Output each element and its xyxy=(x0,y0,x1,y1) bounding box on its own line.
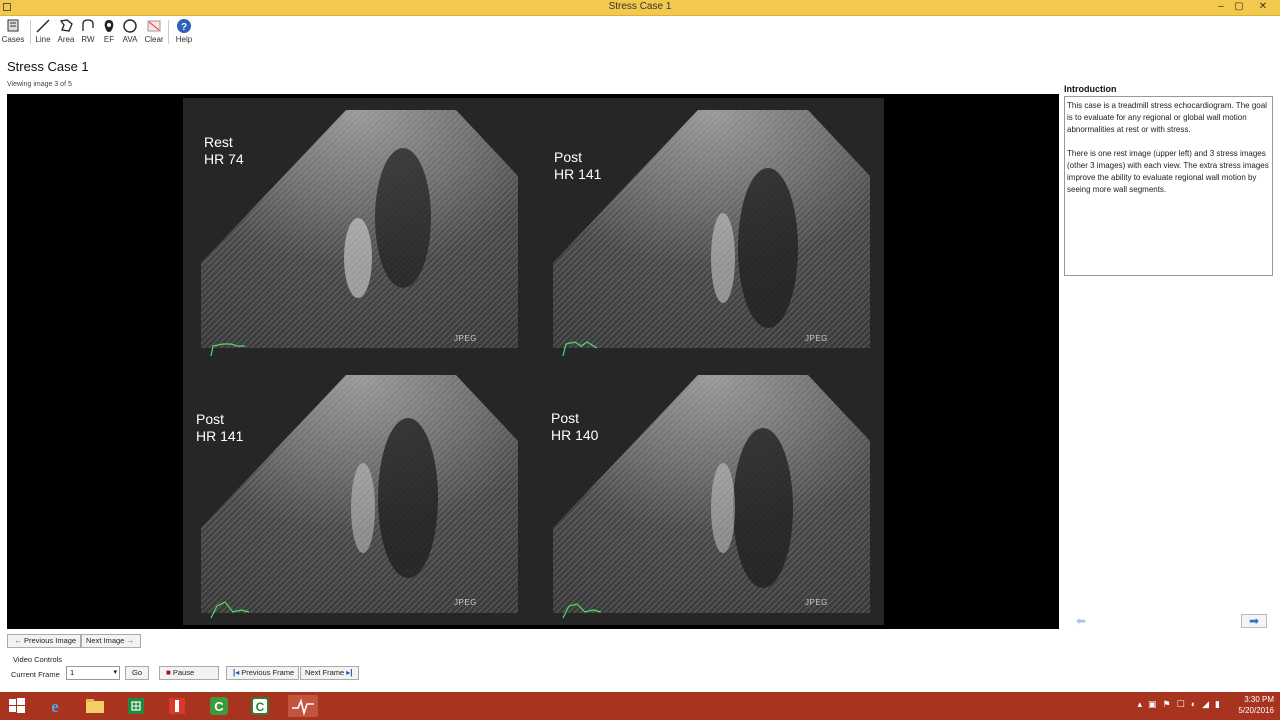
image-viewer[interactable]: Rest HR 74 Post HR 141 Post HR 141 Post … xyxy=(7,94,1059,629)
jpeg-watermark: JPEG xyxy=(805,334,828,343)
next-frame-label: Next Frame xyxy=(305,668,345,677)
jpeg-watermark: JPEG xyxy=(805,598,828,607)
camtasia-app-icon[interactable]: C xyxy=(208,695,230,717)
toolbar: Cases Line Area RW EF AVA Clear ? Help xyxy=(0,16,1280,48)
current-frame-label: Current Frame xyxy=(11,670,60,679)
close-button[interactable]: ✕ xyxy=(1254,0,1272,15)
pause-button[interactable]: ■ Pause xyxy=(159,666,219,680)
spreadsheet-app-icon[interactable] xyxy=(125,695,147,717)
jpeg-watermark: JPEG xyxy=(454,334,477,343)
intro-paragraph: This case is a treadmill stress echocard… xyxy=(1067,101,1267,134)
previous-arrow-button[interactable]: ⬅ xyxy=(1068,614,1094,628)
file-explorer-icon[interactable] xyxy=(84,695,106,717)
cases-button[interactable]: Cases xyxy=(0,18,26,48)
chevron-down-icon: ▾ xyxy=(113,669,117,676)
previous-frame-button[interactable]: |◂ Previous Frame xyxy=(226,666,300,680)
quadrant-label-post-1: Post HR 141 xyxy=(554,149,602,182)
echo-sector-rest xyxy=(201,110,518,348)
pause-icon: ■ xyxy=(166,668,171,677)
line-icon xyxy=(36,19,50,33)
go-label: Go xyxy=(132,668,143,677)
maximize-button[interactable]: ▢ xyxy=(1230,0,1248,15)
help-icon: ? xyxy=(177,19,191,33)
echo-sector-post-3 xyxy=(553,375,870,613)
previous-frame-label: Previous Frame xyxy=(241,668,295,677)
page-title: Stress Case 1 xyxy=(7,59,89,74)
ava-tool-button[interactable]: AVA xyxy=(117,18,143,48)
clear-label: Clear xyxy=(144,35,164,44)
svg-text:C: C xyxy=(214,699,224,714)
ava-label: AVA xyxy=(122,35,138,44)
svg-text:C: C xyxy=(256,700,265,714)
office-app-icon[interactable] xyxy=(166,695,188,717)
intro-title: Introduction xyxy=(1064,84,1117,94)
quadrant-label-post-2: Post HR 141 xyxy=(196,411,244,444)
jpeg-watermark: JPEG xyxy=(454,598,477,607)
internet-explorer-icon[interactable]: e xyxy=(44,695,66,717)
previous-frame-icon: |◂ xyxy=(233,668,240,677)
svg-text:?: ? xyxy=(181,22,187,33)
current-frame-select[interactable]: 1 ▾ xyxy=(66,666,120,680)
toolbar-divider xyxy=(168,20,169,44)
help-button[interactable]: ? Help xyxy=(171,18,197,48)
echo-sector-post-1 xyxy=(553,110,870,348)
go-button[interactable]: Go xyxy=(125,666,150,680)
clear-button[interactable]: Clear xyxy=(141,18,167,48)
rw-icon xyxy=(82,19,94,31)
taskbar: e C C ▴▣⚑☐◐◢▮ 3:30 PM 5/20/2016 xyxy=(0,692,1280,720)
pause-label: Pause xyxy=(172,668,195,677)
intro-paragraph: There is one rest image (upper left) and… xyxy=(1067,149,1269,194)
previous-image-button[interactable]: ← Previous Image xyxy=(7,634,82,648)
quadrant-label-post-3: Post HR 140 xyxy=(551,410,599,443)
quadrant-label-rest: Rest HR 74 xyxy=(204,134,244,167)
previous-image-label: Previous Image xyxy=(24,636,77,645)
current-frame-value: 1 xyxy=(70,668,75,677)
next-image-label: Next Image xyxy=(86,636,125,645)
help-label: Help xyxy=(175,35,193,44)
title-bar: Stress Case 1 – ▢ ✕ xyxy=(0,0,1280,16)
echo-sectors xyxy=(201,110,870,619)
next-arrow-button[interactable]: ➡ xyxy=(1241,614,1267,628)
cases-icon xyxy=(7,19,19,32)
cases-label: Cases xyxy=(1,35,25,44)
video-controls-label: Video Controls xyxy=(13,655,63,664)
system-tray-icons[interactable]: ▴▣⚑☐◐◢▮ xyxy=(1138,699,1226,710)
ef-icon xyxy=(104,20,114,32)
window-title: Stress Case 1 xyxy=(608,1,672,12)
echo-app-taskbar-icon[interactable] xyxy=(288,695,318,717)
clock-date: 5/20/2016 xyxy=(1238,706,1274,715)
ava-icon xyxy=(123,19,137,33)
next-frame-icon: ▸| xyxy=(346,668,353,677)
arrow-left-icon: ⬅ xyxy=(1075,614,1087,628)
clear-icon xyxy=(147,20,161,32)
arrow-right-icon: ➡ xyxy=(1248,614,1260,628)
echo-sector-post-2 xyxy=(201,375,518,613)
next-image-button[interactable]: Next Image → xyxy=(81,634,142,648)
windows-start-icon[interactable] xyxy=(6,695,28,717)
echo-image: Rest HR 74 Post HR 141 Post HR 141 Post … xyxy=(183,98,884,625)
intro-text-box[interactable]: This case is a treadmill stress echocard… xyxy=(1064,96,1273,276)
clock-time: 3:30 PM xyxy=(1244,695,1274,704)
arrow-right-icon: → xyxy=(126,636,135,645)
camtasia-recorder-app-icon[interactable]: C xyxy=(249,695,271,717)
svg-text:e: e xyxy=(51,697,59,716)
clock[interactable]: 3:30 PM 5/20/2016 xyxy=(1238,694,1274,716)
minimize-button[interactable]: – xyxy=(1212,0,1230,15)
area-icon xyxy=(59,19,73,32)
image-counter: Viewing image 3 of 5 xyxy=(7,81,72,88)
next-frame-button[interactable]: Next Frame ▸| xyxy=(300,666,360,680)
arrow-left-icon: ← xyxy=(14,636,22,645)
